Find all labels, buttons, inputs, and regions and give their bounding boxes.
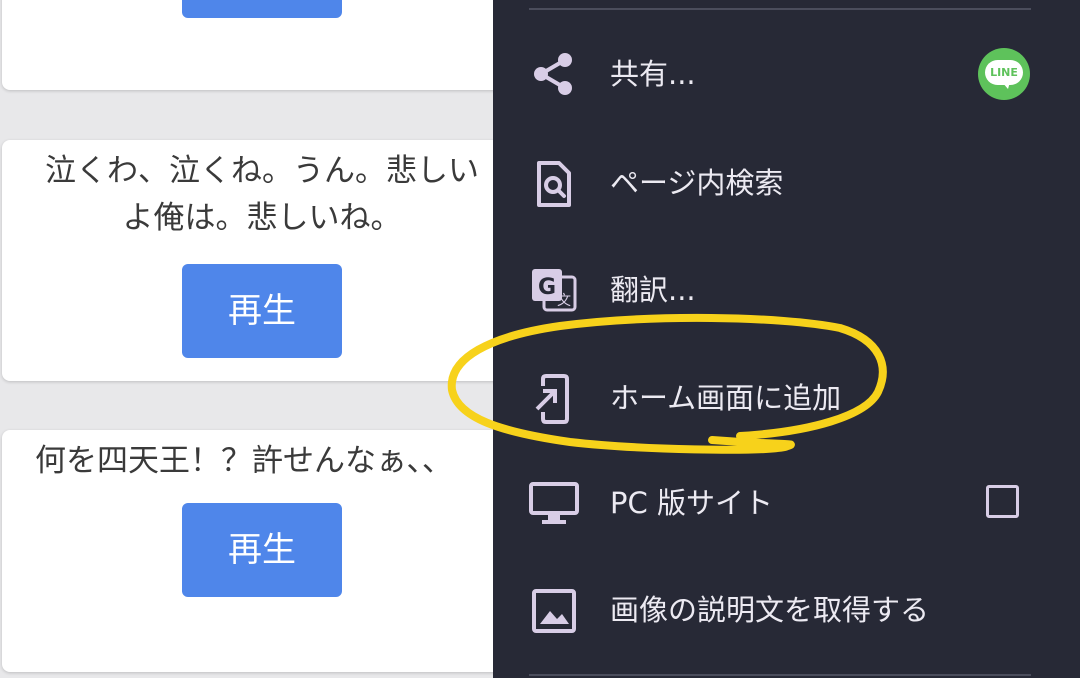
desktop-site-checkbox[interactable] xyxy=(986,485,1019,518)
play-button[interactable]: 再生 xyxy=(182,503,342,597)
card-text-line: 泣くわ、泣くね。うん。悲しい xyxy=(45,153,479,189)
menu-item-label: 翻訳... xyxy=(610,273,696,307)
svg-text:G: G xyxy=(538,275,556,300)
image-icon xyxy=(529,586,579,636)
menu-item-label: ページ内検索 xyxy=(610,166,784,200)
card-text: 何を四天王！？許せんなぁ、、 xyxy=(2,438,486,485)
play-button[interactable]: 再生 xyxy=(182,264,342,358)
desktop-icon xyxy=(529,479,579,529)
play-button[interactable] xyxy=(182,0,342,18)
card-text-line: 何を四天王！？許せんなぁ、、 xyxy=(35,443,453,479)
menu-item-label: 共有... xyxy=(610,57,696,91)
share-icon xyxy=(529,50,579,100)
menu-item-desktop-site[interactable]: PC 版サイト xyxy=(493,455,1080,551)
line-bubble-tail xyxy=(1002,82,1010,89)
card-text: 泣くわ、泣くね。うん。悲しい よ俺は。悲しいね。 xyxy=(2,148,522,242)
menu-divider xyxy=(529,8,1031,10)
menu-divider xyxy=(529,674,1031,676)
menu-item-find-in-page[interactable]: ページ内検索 xyxy=(493,135,1080,231)
line-app-icon[interactable]: LINE xyxy=(978,48,1030,100)
menu-item-add-to-home-screen[interactable]: ホーム画面に追加 xyxy=(493,350,1080,446)
menu-item-image-descriptions[interactable]: 画像の説明文を取得する xyxy=(493,562,1080,658)
menu-item-translate[interactable]: G 文 翻訳... xyxy=(493,242,1080,338)
add-to-home-screen-icon xyxy=(529,374,579,424)
svg-text:文: 文 xyxy=(557,293,571,309)
menu-item-label: ホーム画面に追加 xyxy=(610,381,842,415)
find-in-page-icon xyxy=(529,159,579,209)
card-text-line: よ俺は。悲しいね。 xyxy=(122,200,402,236)
menu-item-share[interactable]: 共有... LINE xyxy=(493,26,1080,122)
translate-icon: G 文 xyxy=(529,266,579,316)
browser-overflow-menu: 共有... LINE ページ内検索 G 文 翻訳... ホーム画面に追加 PC … xyxy=(493,0,1080,678)
menu-item-label: PC 版サイト xyxy=(610,486,773,520)
menu-item-label: 画像の説明文を取得する xyxy=(610,593,930,627)
